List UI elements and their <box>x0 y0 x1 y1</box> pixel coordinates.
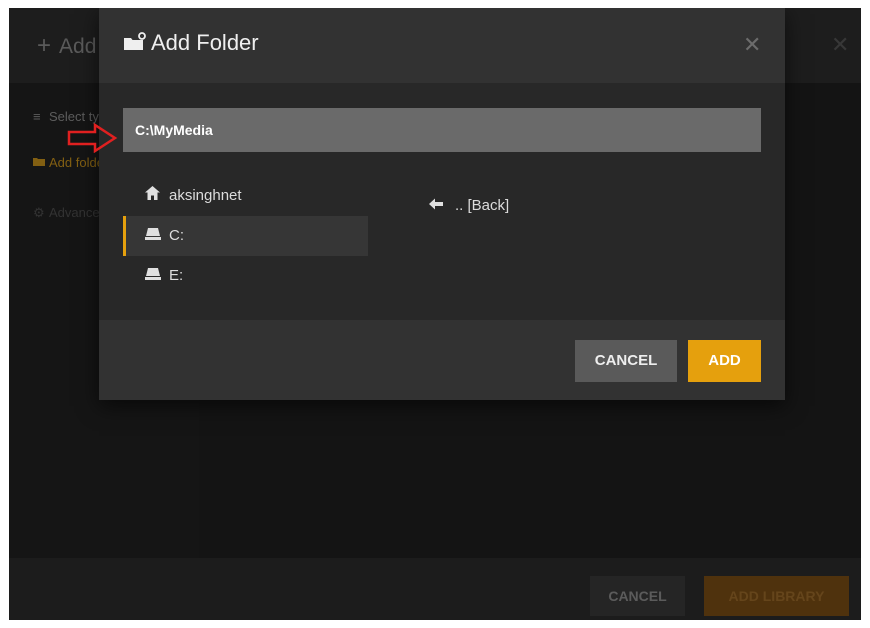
drive-icon <box>145 216 169 256</box>
annotation-arrow-icon <box>67 123 118 153</box>
add-folder-modal: Add Folder ✕ aksinghnet C: E: .. [Back] <box>99 8 785 400</box>
directory-item-home[interactable]: aksinghnet <box>123 176 368 216</box>
directory-item-c-drive[interactable]: C: <box>123 216 368 256</box>
modal-add-button[interactable]: ADD <box>688 340 761 382</box>
drive-icon <box>145 256 169 296</box>
modal-cancel-button[interactable]: CANCEL <box>575 340 677 382</box>
directory-item-e-drive[interactable]: E: <box>123 256 368 296</box>
directory-item-label: C: <box>169 227 184 244</box>
arrow-left-icon <box>429 186 455 226</box>
directory-item-label: E: <box>169 267 184 284</box>
back-link[interactable]: .. [Back] <box>429 186 509 226</box>
modal-footer: CANCEL ADD <box>99 320 785 400</box>
app-frame: +Add Library ✕ ≡Select type Add folders … <box>9 8 861 620</box>
modal-header: Add Folder ✕ <box>99 8 785 83</box>
modal-title: Add Folder <box>123 30 259 58</box>
back-link-label: .. [Back] <box>455 197 510 214</box>
modal-title-text: Add Folder <box>151 30 259 55</box>
folder-add-icon <box>123 32 151 58</box>
directory-item-label: aksinghnet <box>169 187 242 204</box>
folder-path-input[interactable] <box>123 108 761 152</box>
modal-close-icon[interactable]: ✕ <box>743 32 761 58</box>
home-icon <box>145 176 169 216</box>
